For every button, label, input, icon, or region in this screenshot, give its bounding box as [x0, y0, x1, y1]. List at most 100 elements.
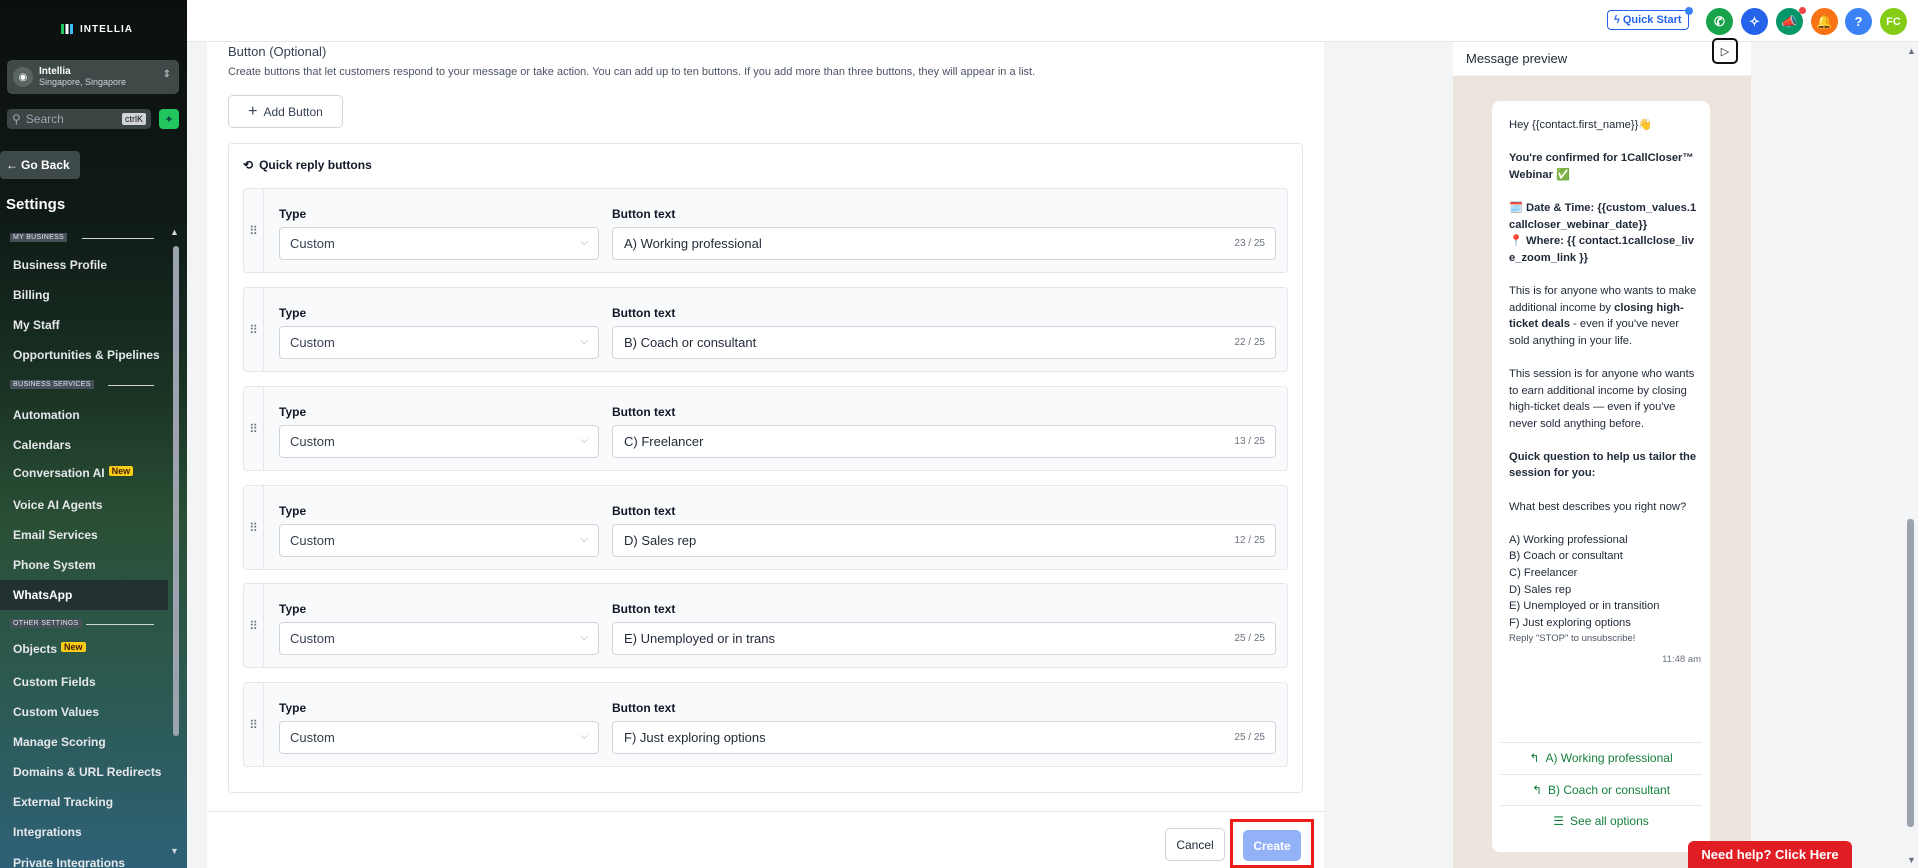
type-value: Custom — [290, 434, 335, 449]
search-shortcut: ctrlK — [122, 113, 146, 125]
drag-handle-icon[interactable]: ⠿ — [244, 387, 264, 470]
button-row: ⠿ Type Button text Custom ⌵ F) Just explo… — [243, 682, 1288, 767]
bolt-icon: ϟ — [1614, 14, 1620, 26]
sidebar-item-whatsapp[interactable]: WhatsApp — [0, 580, 168, 610]
message-question: Quick question to help us tailor the ses… — [1509, 450, 1700, 480]
reply-label: B) Coach or consultant — [1548, 782, 1671, 797]
drag-handle-icon[interactable]: ⠿ — [244, 584, 264, 667]
sidebar-item-email-services[interactable]: Email Services — [13, 528, 98, 542]
sidebar-item-automation[interactable]: Automation — [13, 408, 80, 422]
sidebar-item-custom-values[interactable]: Custom Values — [13, 705, 99, 719]
sidebar-item-calendars[interactable]: Calendars — [13, 438, 71, 452]
quick-start-button[interactable]: ϟ Quick Start — [1607, 10, 1689, 30]
type-label: Type — [279, 306, 307, 320]
quick-reply-title: Quick reply buttons — [259, 158, 372, 172]
sidebar-item-external-tracking[interactable]: External Tracking — [13, 795, 113, 809]
type-select[interactable]: Custom ⌵ — [279, 721, 599, 754]
search-input[interactable]: ⚲ Search ctrlK — [7, 109, 151, 129]
quick-reply-panel: ⟲ Quick reply buttons ⠿ Type Button text… — [228, 143, 1303, 793]
add-button-button[interactable]: + Add Button — [228, 95, 343, 128]
button-row: ⠿ Type Button text Custom ⌵ C) Freelancer… — [243, 386, 1288, 471]
type-select[interactable]: Custom ⌵ — [279, 425, 599, 458]
char-count: 23 / 25 — [1234, 238, 1265, 249]
type-select[interactable]: Custom ⌵ — [279, 326, 599, 359]
brand-logo[interactable]: INTELLIA — [60, 22, 133, 36]
phone-button[interactable]: ✆ — [1706, 8, 1733, 35]
type-value: Custom — [290, 533, 335, 548]
section-business-services: BUSINESS SERVICES — [10, 380, 94, 389]
drag-handle-icon[interactable]: ⠿ — [244, 486, 264, 569]
type-value: Custom — [290, 236, 335, 251]
go-back-button[interactable]: ← Go Back — [0, 151, 80, 179]
type-value: Custom — [290, 335, 335, 350]
reply-icon: ↰ — [1531, 782, 1542, 797]
sidebar-item-business-profile[interactable]: Business Profile — [13, 258, 107, 272]
char-count: 25 / 25 — [1234, 633, 1265, 644]
sidebar-item-phone-system[interactable]: Phone System — [13, 558, 96, 572]
tools-button[interactable]: ✧ — [1741, 8, 1768, 35]
scroll-down-icon[interactable]: ▼ — [1907, 855, 1916, 865]
sidebar-item-voice-ai[interactable]: Voice AI Agents — [13, 498, 103, 512]
chevron-down-icon: ⌵ — [580, 632, 588, 643]
section-title: Button (Optional) — [228, 44, 327, 59]
page-scrollbar[interactable] — [1907, 519, 1914, 827]
button-text-input[interactable]: E) Unemployed or in trans 25 / 25 — [612, 622, 1276, 655]
megaphone-icon: 📣 — [1781, 13, 1798, 29]
sidebar-item-objects[interactable]: Objects New — [13, 642, 86, 656]
type-label: Type — [279, 602, 307, 616]
highlight-box — [1230, 819, 1314, 868]
button-text-input[interactable]: D) Sales rep 12 / 25 — [612, 524, 1276, 557]
button-text-label: Button text — [612, 701, 676, 715]
need-help-button[interactable]: Need help? Click Here — [1688, 841, 1852, 868]
notifications-button[interactable]: 🔔 — [1811, 8, 1838, 35]
phone-icon: ✆ — [1714, 13, 1725, 29]
plus-icon: + — [248, 102, 258, 120]
settings-title: Settings — [6, 196, 66, 213]
divider — [82, 238, 154, 239]
user-avatar[interactable]: FC — [1880, 8, 1907, 35]
button-text-input[interactable]: C) Freelancer 13 / 25 — [612, 425, 1276, 458]
sidebar-scrollbar[interactable] — [173, 246, 179, 736]
preview-reply-button[interactable]: ↰ A) Working professional — [1500, 742, 1702, 773]
sidebar-item-conversation-ai[interactable]: Conversation AI New — [13, 466, 134, 480]
ai-spark-button[interactable]: ✦ — [159, 109, 179, 129]
type-value: Custom — [290, 730, 335, 745]
type-select[interactable]: Custom ⌵ — [279, 524, 599, 557]
preview-reply-button[interactable]: ↰ B) Coach or consultant — [1500, 774, 1702, 805]
scroll-up-icon[interactable]: ▲ — [1907, 46, 1916, 56]
go-back-label: Go Back — [21, 158, 70, 172]
message-time: 11:48 am — [1662, 654, 1701, 665]
sidebar-item-custom-fields[interactable]: Custom Fields — [13, 675, 96, 689]
scroll-up-icon[interactable]: ▲ — [170, 227, 179, 237]
play-icon[interactable]: ▷ — [1712, 38, 1738, 64]
drag-handle-icon[interactable]: ⠿ — [244, 683, 264, 766]
sidebar-item-billing[interactable]: Billing — [13, 288, 50, 302]
drag-handle-icon[interactable]: ⠿ — [244, 189, 264, 272]
divider — [86, 624, 154, 625]
account-switcher[interactable]: ◉ Intellia Singapore, Singapore ⇕ — [7, 60, 179, 94]
scroll-down-icon[interactable]: ▼ — [170, 846, 179, 856]
button-text-input[interactable]: B) Coach or consultant 22 / 25 — [612, 326, 1276, 359]
arrow-left-icon: ← — [6, 158, 18, 172]
type-select[interactable]: Custom ⌵ — [279, 227, 599, 260]
drag-handle-icon[interactable]: ⠿ — [244, 288, 264, 371]
type-select[interactable]: Custom ⌵ — [279, 622, 599, 655]
button-text-input[interactable]: F) Just exploring options 25 / 25 — [612, 721, 1276, 754]
char-count: 12 / 25 — [1234, 535, 1265, 546]
quick-reply-header: ⟲ Quick reply buttons — [243, 158, 372, 172]
type-label: Type — [279, 405, 307, 419]
chevron-down-icon: ⌵ — [580, 336, 588, 347]
sidebar-item-my-staff[interactable]: My Staff — [13, 318, 60, 332]
preview-header: Message preview ▷ — [1453, 38, 1751, 76]
cancel-button[interactable]: Cancel — [1165, 828, 1225, 861]
sidebar-item-integrations[interactable]: Integrations — [13, 825, 82, 839]
button-text-input[interactable]: A) Working professional 23 / 25 — [612, 227, 1276, 260]
sidebar-item-opportunities[interactable]: Opportunities & Pipelines — [13, 348, 160, 362]
sidebar-item-private-integrations[interactable]: Private Integrations — [13, 856, 125, 868]
chevron-down-icon: ⌵ — [580, 237, 588, 248]
preview-see-all-button[interactable]: ☰ See all options — [1500, 805, 1702, 836]
sidebar-item-label: Objects — [13, 642, 58, 656]
sidebar-item-manage-scoring[interactable]: Manage Scoring — [13, 735, 106, 749]
sidebar-item-domains[interactable]: Domains & URL Redirects — [13, 765, 161, 779]
help-button[interactable]: ? — [1845, 8, 1872, 35]
